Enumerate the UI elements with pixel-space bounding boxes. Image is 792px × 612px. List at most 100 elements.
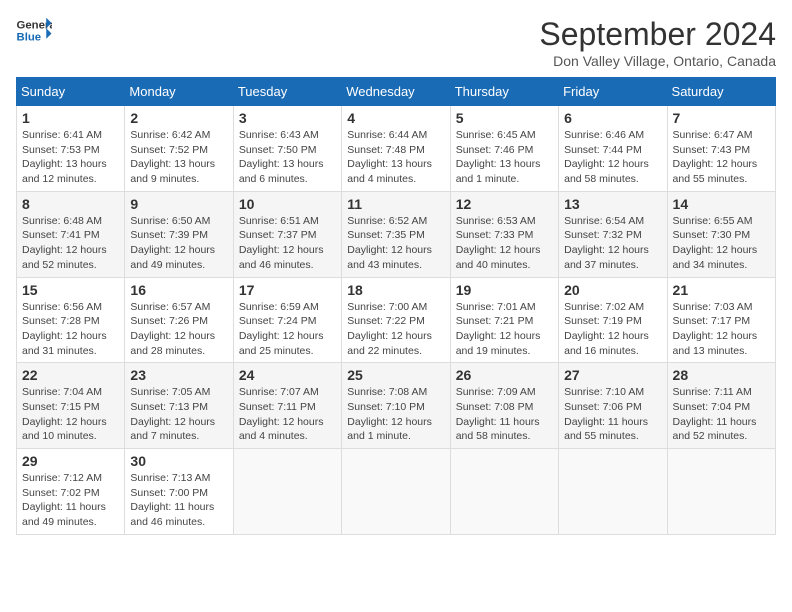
day-detail: Sunrise: 6:53 AM Sunset: 7:33 PM Dayligh… xyxy=(456,214,553,273)
calendar-cell: 9 Sunrise: 6:50 AM Sunset: 7:39 PM Daylig… xyxy=(125,191,233,277)
calendar-cell: 30 Sunrise: 7:13 AM Sunset: 7:00 PM Dayli… xyxy=(125,449,233,535)
day-number: 22 xyxy=(22,367,119,383)
svg-text:Blue: Blue xyxy=(17,32,42,44)
day-number: 4 xyxy=(347,110,444,126)
day-detail: Sunrise: 6:44 AM Sunset: 7:48 PM Dayligh… xyxy=(347,128,444,187)
calendar-cell: 3 Sunrise: 6:43 AM Sunset: 7:50 PM Daylig… xyxy=(233,106,341,192)
calendar-cell xyxy=(233,449,341,535)
calendar-cell: 29 Sunrise: 7:12 AM Sunset: 7:02 PM Dayli… xyxy=(17,449,125,535)
calendar-cell: 19Sunrise: 7:01 AM Sunset: 7:21 PM Dayli… xyxy=(450,277,558,363)
calendar-cell xyxy=(559,449,667,535)
day-detail: Sunrise: 7:07 AM Sunset: 7:11 PM Dayligh… xyxy=(239,385,336,444)
day-number: 8 xyxy=(22,196,119,212)
day-number: 30 xyxy=(130,453,227,469)
calendar-week-1: 1 Sunrise: 6:41 AM Sunset: 7:53 PM Daylig… xyxy=(17,106,776,192)
calendar-body: 1 Sunrise: 6:41 AM Sunset: 7:53 PM Daylig… xyxy=(17,106,776,535)
day-detail: Sunrise: 7:08 AM Sunset: 7:10 PM Dayligh… xyxy=(347,385,444,444)
day-number: 3 xyxy=(239,110,336,126)
calendar-cell: 24Sunrise: 7:07 AM Sunset: 7:11 PM Dayli… xyxy=(233,363,341,449)
header-monday: Monday xyxy=(125,78,233,106)
calendar-cell: 11Sunrise: 6:52 AM Sunset: 7:35 PM Dayli… xyxy=(342,191,450,277)
day-detail: Sunrise: 7:10 AM Sunset: 7:06 PM Dayligh… xyxy=(564,385,661,444)
day-detail: Sunrise: 7:12 AM Sunset: 7:02 PM Dayligh… xyxy=(22,471,119,530)
calendar-cell: 21 Sunrise: 7:03 AM Sunset: 7:17 PM Dayli… xyxy=(667,277,775,363)
day-number: 26 xyxy=(456,367,553,383)
calendar-cell: 17Sunrise: 6:59 AM Sunset: 7:24 PM Dayli… xyxy=(233,277,341,363)
day-number: 9 xyxy=(130,196,227,212)
calendar-cell: 27 Sunrise: 7:10 AM Sunset: 7:06 PM Dayli… xyxy=(559,363,667,449)
calendar-cell: 25Sunrise: 7:08 AM Sunset: 7:10 PM Dayli… xyxy=(342,363,450,449)
month-title: September 2024 xyxy=(539,16,776,53)
day-number: 2 xyxy=(130,110,227,126)
day-detail: Sunrise: 7:04 AM Sunset: 7:15 PM Dayligh… xyxy=(22,385,119,444)
header-friday: Friday xyxy=(559,78,667,106)
day-detail: Sunrise: 6:57 AM Sunset: 7:26 PM Dayligh… xyxy=(130,300,227,359)
calendar-cell: 18Sunrise: 7:00 AM Sunset: 7:22 PM Dayli… xyxy=(342,277,450,363)
day-number: 23 xyxy=(130,367,227,383)
day-detail: Sunrise: 7:13 AM Sunset: 7:00 PM Dayligh… xyxy=(130,471,227,530)
calendar-table: Sunday Monday Tuesday Wednesday Thursday… xyxy=(16,77,776,535)
calendar-cell: 12Sunrise: 6:53 AM Sunset: 7:33 PM Dayli… xyxy=(450,191,558,277)
day-detail: Sunrise: 7:03 AM Sunset: 7:17 PM Dayligh… xyxy=(673,300,770,359)
day-number: 6 xyxy=(564,110,661,126)
day-detail: Sunrise: 6:48 AM Sunset: 7:41 PM Dayligh… xyxy=(22,214,119,273)
calendar-cell: 23 Sunrise: 7:05 AM Sunset: 7:13 PM Dayli… xyxy=(125,363,233,449)
calendar-cell: 4 Sunrise: 6:44 AM Sunset: 7:48 PM Daylig… xyxy=(342,106,450,192)
calendar-cell: 22 Sunrise: 7:04 AM Sunset: 7:15 PM Dayli… xyxy=(17,363,125,449)
day-detail: Sunrise: 6:54 AM Sunset: 7:32 PM Dayligh… xyxy=(564,214,661,273)
calendar-cell: 15 Sunrise: 6:56 AM Sunset: 7:28 PM Dayli… xyxy=(17,277,125,363)
header-row: Sunday Monday Tuesday Wednesday Thursday… xyxy=(17,78,776,106)
day-number: 1 xyxy=(22,110,119,126)
day-detail: Sunrise: 7:11 AM Sunset: 7:04 PM Dayligh… xyxy=(673,385,770,444)
calendar-cell xyxy=(450,449,558,535)
calendar-cell: 28 Sunrise: 7:11 AM Sunset: 7:04 PM Dayli… xyxy=(667,363,775,449)
day-detail: Sunrise: 6:45 AM Sunset: 7:46 PM Dayligh… xyxy=(456,128,553,187)
page-header: General Blue September 2024 Don Valley V… xyxy=(16,16,776,69)
day-number: 28 xyxy=(673,367,770,383)
calendar-cell: 8 Sunrise: 6:48 AM Sunset: 7:41 PM Daylig… xyxy=(17,191,125,277)
calendar-header: Sunday Monday Tuesday Wednesday Thursday… xyxy=(17,78,776,106)
calendar-cell: 13 Sunrise: 6:54 AM Sunset: 7:32 PM Dayli… xyxy=(559,191,667,277)
calendar-cell xyxy=(342,449,450,535)
day-detail: Sunrise: 6:42 AM Sunset: 7:52 PM Dayligh… xyxy=(130,128,227,187)
calendar-cell xyxy=(667,449,775,535)
day-detail: Sunrise: 6:56 AM Sunset: 7:28 PM Dayligh… xyxy=(22,300,119,359)
calendar-week-5: 29 Sunrise: 7:12 AM Sunset: 7:02 PM Dayli… xyxy=(17,449,776,535)
day-number: 10 xyxy=(239,196,336,212)
calendar-cell: 20Sunrise: 7:02 AM Sunset: 7:19 PM Dayli… xyxy=(559,277,667,363)
calendar-cell: 10 Sunrise: 6:51 AM Sunset: 7:37 PM Dayli… xyxy=(233,191,341,277)
day-number: 21 xyxy=(673,282,770,298)
day-number: 20 xyxy=(564,282,661,298)
day-detail: Sunrise: 6:43 AM Sunset: 7:50 PM Dayligh… xyxy=(239,128,336,187)
calendar-cell: 2 Sunrise: 6:42 AM Sunset: 7:52 PM Daylig… xyxy=(125,106,233,192)
day-number: 18 xyxy=(347,282,444,298)
day-detail: Sunrise: 6:50 AM Sunset: 7:39 PM Dayligh… xyxy=(130,214,227,273)
calendar-cell: 26Sunrise: 7:09 AM Sunset: 7:08 PM Dayli… xyxy=(450,363,558,449)
calendar-cell: 14Sunrise: 6:55 AM Sunset: 7:30 PM Dayli… xyxy=(667,191,775,277)
calendar-week-4: 22 Sunrise: 7:04 AM Sunset: 7:15 PM Dayli… xyxy=(17,363,776,449)
header-tuesday: Tuesday xyxy=(233,78,341,106)
day-number: 14 xyxy=(673,196,770,212)
calendar-week-3: 15 Sunrise: 6:56 AM Sunset: 7:28 PM Dayli… xyxy=(17,277,776,363)
day-number: 7 xyxy=(673,110,770,126)
day-detail: Sunrise: 6:47 AM Sunset: 7:43 PM Dayligh… xyxy=(673,128,770,187)
header-sunday: Sunday xyxy=(17,78,125,106)
day-number: 29 xyxy=(22,453,119,469)
title-section: September 2024 Don Valley Village, Ontar… xyxy=(539,16,776,69)
day-detail: Sunrise: 6:46 AM Sunset: 7:44 PM Dayligh… xyxy=(564,128,661,187)
day-detail: Sunrise: 7:05 AM Sunset: 7:13 PM Dayligh… xyxy=(130,385,227,444)
day-number: 16 xyxy=(130,282,227,298)
day-number: 5 xyxy=(456,110,553,126)
logo: General Blue xyxy=(16,16,52,44)
day-number: 27 xyxy=(564,367,661,383)
day-number: 15 xyxy=(22,282,119,298)
logo-icon: General Blue xyxy=(16,16,52,44)
calendar-cell: 5 Sunrise: 6:45 AM Sunset: 7:46 PM Daylig… xyxy=(450,106,558,192)
day-detail: Sunrise: 6:41 AM Sunset: 7:53 PM Dayligh… xyxy=(22,128,119,187)
day-number: 19 xyxy=(456,282,553,298)
calendar-week-2: 8 Sunrise: 6:48 AM Sunset: 7:41 PM Daylig… xyxy=(17,191,776,277)
day-number: 17 xyxy=(239,282,336,298)
day-detail: Sunrise: 6:51 AM Sunset: 7:37 PM Dayligh… xyxy=(239,214,336,273)
day-number: 13 xyxy=(564,196,661,212)
day-detail: Sunrise: 6:52 AM Sunset: 7:35 PM Dayligh… xyxy=(347,214,444,273)
